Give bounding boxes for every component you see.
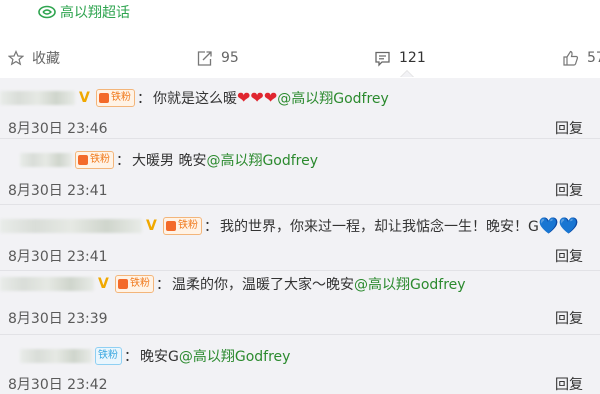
mention-link[interactable]: @高以翔Godfrey (206, 150, 318, 170)
vip-badge-icon: V (79, 90, 90, 106)
blurred-username[interactable] (0, 219, 142, 233)
reply-button[interactable]: 回复 (555, 246, 583, 266)
topic-label: 高以翔超话 (60, 5, 130, 21)
comment-item: V 铁粉 ： 你就是这么暖 ❤❤❤ @高以翔Godfrey 8月30日 23:4… (0, 78, 600, 139)
comment-text: 大暖男 晚安 (132, 153, 207, 169)
active-caret (400, 70, 414, 77)
vip-badge-icon: V (98, 276, 109, 292)
comment-item: V 铁粉 ： 温柔的你，温暖了大家～晚安 @高以翔Godfrey 8月30日 2… (0, 270, 600, 335)
topic-bar: 高以翔超话 (0, 0, 600, 28)
blurred-username[interactable] (0, 277, 94, 291)
comment-text: 温柔的你，温暖了大家～晚安 (172, 277, 354, 293)
heart-emoji: ❤❤❤ (237, 88, 278, 107)
fan-icon (118, 279, 128, 289)
star-icon (8, 50, 24, 66)
fan-badge: 铁粉 (96, 89, 135, 107)
blurred-username[interactable] (0, 91, 75, 105)
topic-link[interactable]: 高以翔超话 (38, 2, 130, 22)
comment-time: 8月30日 23:42 (8, 377, 108, 393)
favorite-label: 收藏 (32, 51, 60, 67)
reply-button[interactable]: 回复 (555, 374, 583, 394)
comment-text: 你就是这么暖 (153, 91, 237, 107)
mention-link[interactable]: @高以翔Godfrey (354, 274, 466, 294)
favorite-button[interactable]: 收藏 (8, 38, 60, 78)
comment-item: V 铁粉 ： 我的世界，你来过一程，却让我惦念一生！晚安！G 💙💙 8月30日 … (0, 204, 600, 271)
repost-button[interactable]: 95 (196, 38, 239, 78)
comment-time: 8月30日 23:39 (8, 311, 108, 327)
fan-icon (99, 93, 109, 103)
fan-icon (78, 155, 88, 165)
mention-link[interactable]: @高以翔Godfrey (277, 88, 389, 108)
vip-badge-icon: V (146, 218, 157, 234)
supertopic-icon (38, 5, 56, 19)
like-button[interactable]: 57 (562, 38, 600, 78)
reply-button[interactable]: 回复 (555, 308, 583, 328)
thumbs-up-icon (563, 50, 579, 66)
reply-button[interactable]: 回复 (555, 118, 583, 138)
blue-heart-emoji: 💙💙 (538, 216, 579, 235)
blurred-username[interactable] (20, 153, 72, 167)
comment-text: 晚安G (140, 349, 179, 365)
comment-item: 铁粉 ： 大暖男 晚安 @高以翔Godfrey 8月30日 23:41 回复 (0, 138, 600, 205)
fan-badge: 铁粉 (95, 347, 122, 365)
comment-time: 8月30日 23:41 (8, 249, 108, 265)
comment-time: 8月30日 23:46 (8, 121, 108, 137)
fan-badge: 铁粉 (163, 217, 202, 235)
comment-text: 我的世界，你来过一程，却让我惦念一生！晚安！G (220, 219, 539, 235)
fan-badge: 铁粉 (75, 151, 114, 169)
fan-badge: 铁粉 (115, 275, 154, 293)
repost-count: 95 (221, 50, 239, 66)
comment-list: V 铁粉 ： 你就是这么暖 ❤❤❤ @高以翔Godfrey 8月30日 23:4… (0, 78, 600, 394)
comment-time: 8月30日 23:41 (8, 183, 108, 199)
mention-link[interactable]: @高以翔Godfrey (179, 346, 291, 366)
repost-icon (197, 50, 212, 66)
comment-item: 铁粉 ： 晚安G @高以翔Godfrey 8月30日 23:42 回复 (0, 334, 600, 394)
comment-count: 121 (399, 50, 426, 66)
like-count: 57 (587, 50, 600, 66)
comment-icon (375, 51, 390, 67)
blurred-username[interactable] (20, 349, 92, 363)
fan-icon (166, 221, 176, 231)
reply-button[interactable]: 回复 (555, 180, 583, 200)
action-bar: 收藏 95 121 57 (0, 38, 600, 79)
